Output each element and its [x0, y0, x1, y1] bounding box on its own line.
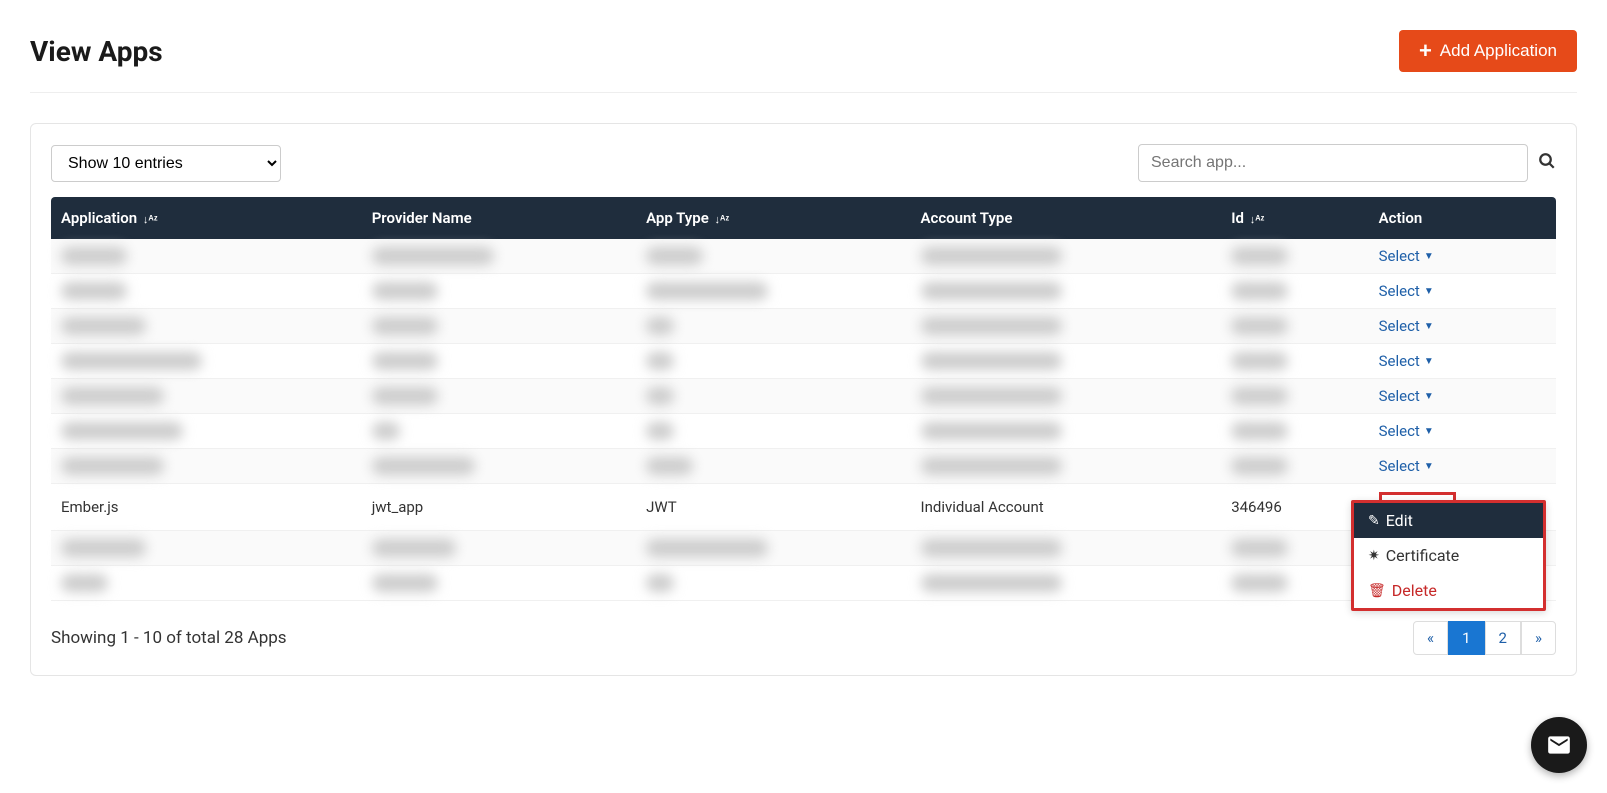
caret-down-icon: ▼ — [1424, 251, 1434, 262]
table-row: XXXXXXXXXXXXXXXXXXXXXXXXXXXXXXXXXXXXXXXX… — [51, 274, 1556, 309]
table-row-ember: Ember.js jwt_app JWT Individual Account … — [51, 484, 1556, 531]
cell-app-type: JWT — [636, 484, 910, 531]
cell-account-type: Individual Account — [911, 484, 1222, 531]
search-input[interactable] — [1138, 144, 1528, 182]
select-action[interactable]: Select ▼ — [1379, 247, 1434, 265]
dropdown-edit[interactable]: ✎ Edit — [1354, 503, 1543, 538]
col-provider[interactable]: Provider Name — [362, 197, 636, 239]
table-row: XXXXXXXXXXXXXXXXXXXXXXXXXXXXXXXXXXXXXXXX… — [51, 379, 1556, 414]
table-row: XXXXXXXXXXXXXXXXXXXXXXXXXXXXXXXXXXXXXXXX… — [51, 449, 1556, 484]
entries-select[interactable]: Show 10 entries — [51, 145, 281, 182]
table-row: XXXXXXXXXXXXXXXXXXXXXXXXXXXXXXXXXXXXXXXX… — [51, 344, 1556, 379]
table-row: XXXXXXXXXXXXXXXXXXXXXXXXXXXXXXXXXXXXXXXX… — [51, 414, 1556, 449]
dropdown-certificate[interactable]: ✷ Certificate — [1354, 538, 1543, 573]
plus-icon: + — [1419, 40, 1432, 62]
cell-provider: jwt_app — [362, 484, 636, 531]
select-action[interactable]: Select ▼ — [1379, 457, 1434, 475]
sort-icon: ↓ᴬᶻ — [715, 213, 730, 226]
sort-icon: ↓ᴬᶻ — [1250, 213, 1265, 226]
caret-down-icon: ▼ — [1424, 391, 1434, 402]
sort-icon: ↓ᴬᶻ — [143, 213, 158, 226]
caret-down-icon: ▼ — [1424, 426, 1434, 437]
col-application[interactable]: Application ↓ᴬᶻ — [51, 197, 362, 239]
apps-card: Show 10 entries Application ↓ᴬᶻ Provider… — [30, 123, 1577, 676]
mail-icon — [1546, 732, 1572, 758]
page-prev[interactable]: « — [1413, 621, 1448, 655]
table-row: XXXXXXXXXXXXXXXXXXXXXXXXXXXXXXXXXXXXXXXX… — [51, 239, 1556, 274]
page-title: View Apps — [30, 35, 163, 68]
cell-id: 346496 — [1221, 484, 1368, 531]
caret-down-icon: ▼ — [1424, 461, 1434, 472]
add-button-label: Add Application — [1440, 41, 1557, 61]
caret-down-icon: ▼ — [1424, 286, 1434, 297]
search-icon[interactable] — [1538, 152, 1556, 175]
chat-button[interactable] — [1531, 717, 1587, 773]
select-action[interactable]: Select ▼ — [1379, 352, 1434, 370]
col-id[interactable]: Id ↓ᴬᶻ — [1221, 197, 1368, 239]
select-action[interactable]: Select ▼ — [1379, 317, 1434, 335]
table-row: XXXXXXXXXXXXXXXXXXXXXXXXXXXXXXXXXXXXXXXX… — [51, 309, 1556, 344]
col-app-type[interactable]: App Type ↓ᴬᶻ — [636, 197, 910, 239]
add-application-button[interactable]: + Add Application — [1399, 30, 1577, 72]
page-2[interactable]: 2 — [1485, 621, 1521, 655]
caret-down-icon: ▼ — [1424, 321, 1434, 332]
table-row: XXXXXXXXXXXXXXXXXXXXXXXXXXXXXXXXXXXX — [51, 566, 1556, 601]
cell-application: Ember.js — [51, 484, 362, 531]
edit-icon: ✎ — [1368, 513, 1380, 529]
select-action[interactable]: Select ▼ — [1379, 387, 1434, 405]
select-action[interactable]: Select ▼ — [1379, 422, 1434, 440]
col-account-type[interactable]: Account Type — [911, 197, 1222, 239]
pagination: « 1 2 » — [1413, 621, 1556, 655]
caret-down-icon: ▼ — [1424, 356, 1434, 367]
showing-text: Showing 1 - 10 of total 28 Apps — [51, 628, 287, 648]
select-action[interactable]: Select ▼ — [1379, 282, 1434, 300]
action-dropdown: ✎ Edit ✷ Certificate 🗑 Delete — [1351, 500, 1546, 611]
page-1[interactable]: 1 — [1448, 621, 1484, 655]
certificate-icon: ✷ — [1368, 548, 1380, 564]
dropdown-delete[interactable]: 🗑 Delete — [1354, 573, 1543, 608]
col-action: Action — [1369, 197, 1556, 239]
apps-table: Application ↓ᴬᶻ Provider Name App Type ↓… — [51, 197, 1556, 601]
page-next[interactable]: » — [1521, 621, 1556, 655]
table-row: XXXXXXXXXXXXXXXXXXXXXXXXXXXXXXXXXXXXXXXX… — [51, 531, 1556, 566]
trash-icon: 🗑 — [1368, 583, 1386, 599]
